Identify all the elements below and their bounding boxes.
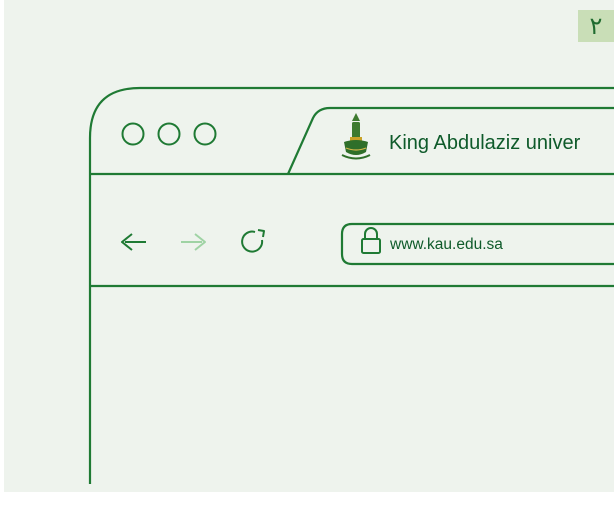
circle-icon — [121, 122, 145, 146]
tab-title: King Abdulaziz univer — [389, 132, 581, 154]
forward-button[interactable] — [174, 228, 210, 256]
reload-button[interactable] — [238, 226, 270, 258]
circle-icon — [157, 122, 181, 146]
back-button[interactable] — [116, 228, 152, 256]
circle-icon — [193, 122, 217, 146]
screenshot-canvas: ٢ King Abdulaziz univer www.kau.edu.sa — [0, 0, 614, 508]
url-text: www.kau.edu.sa — [390, 236, 503, 253]
window-controls[interactable] — [121, 122, 217, 146]
